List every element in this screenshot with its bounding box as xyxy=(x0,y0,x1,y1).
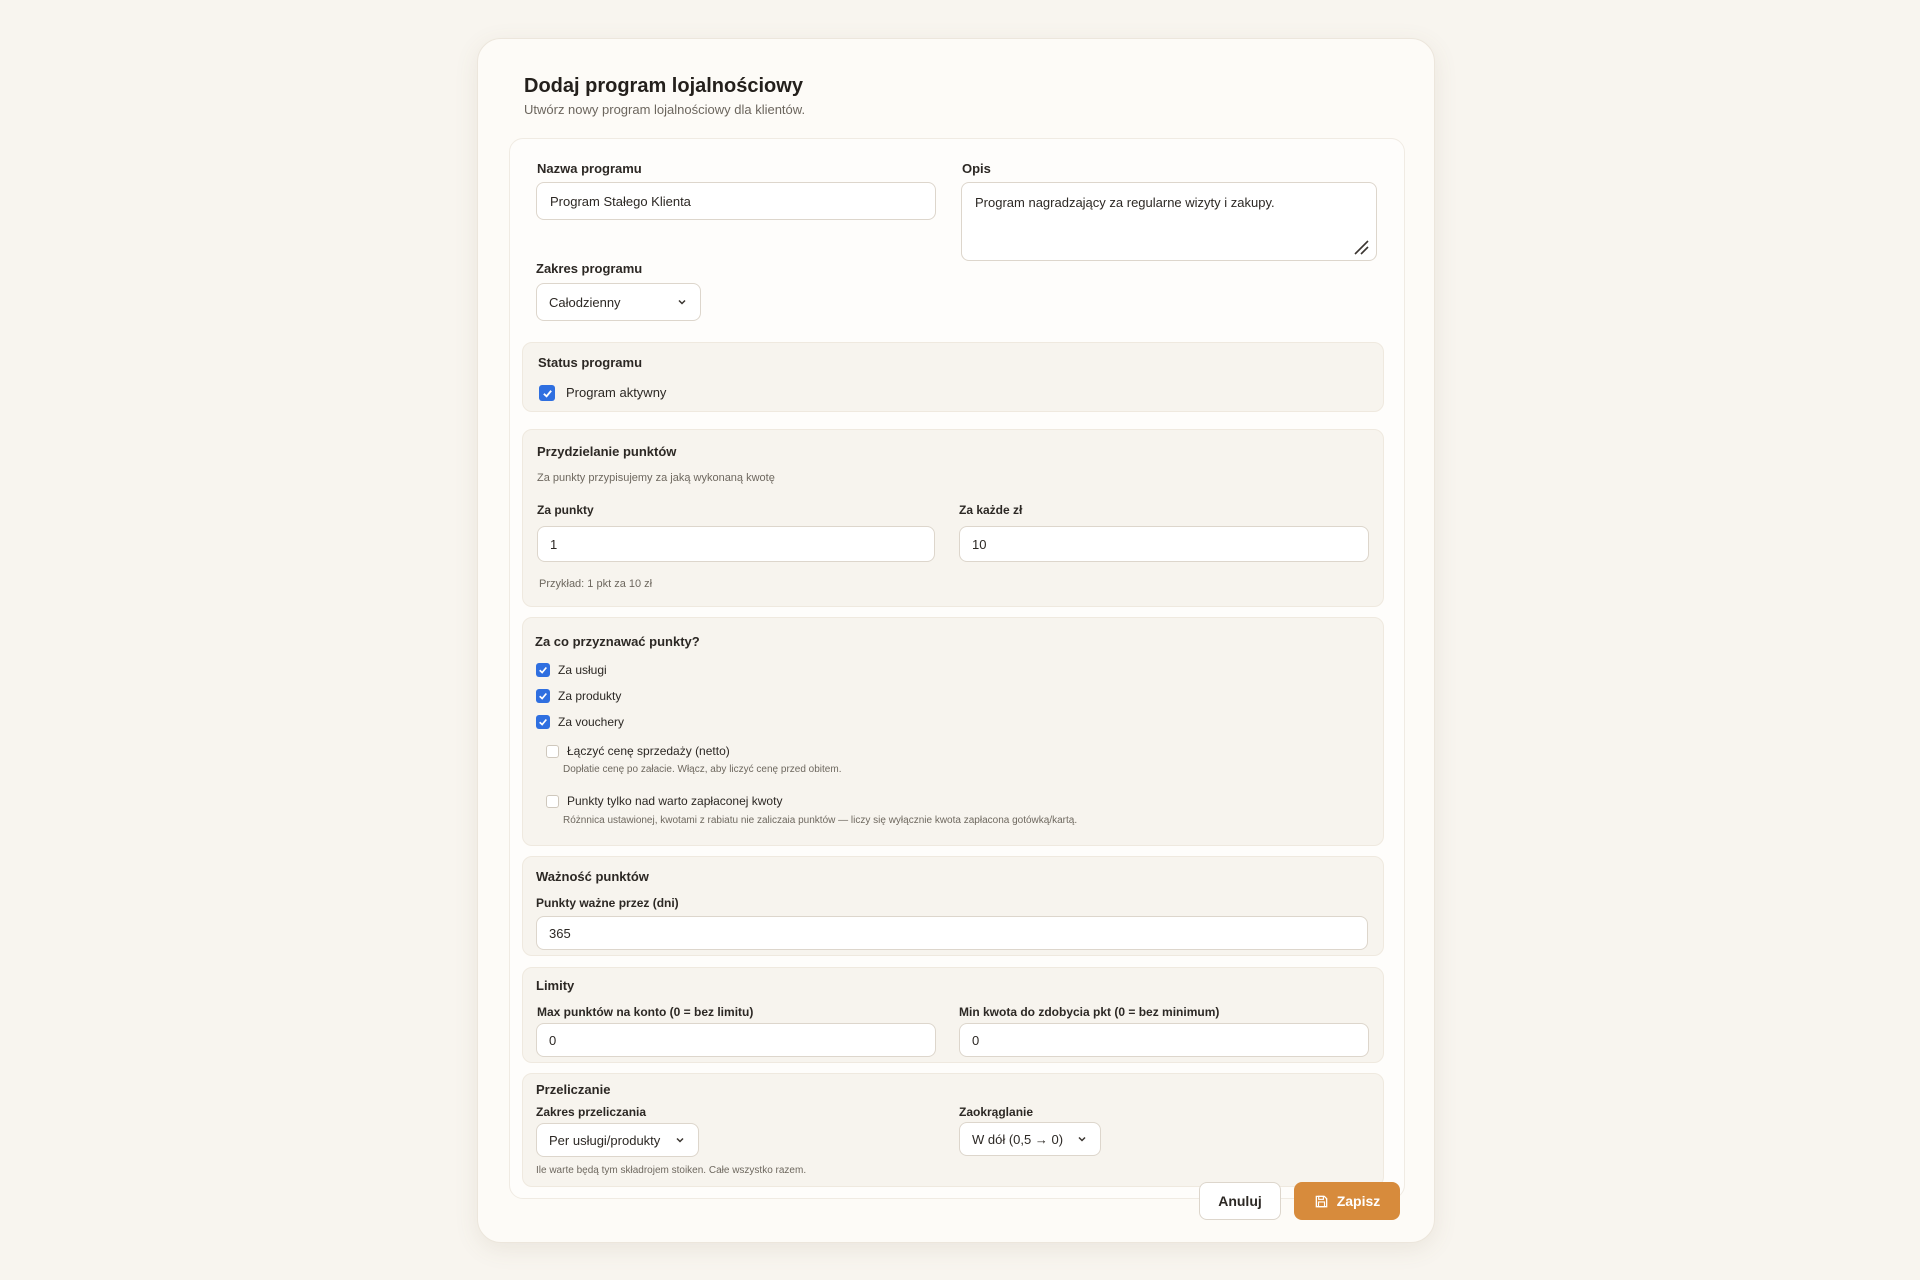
description-text: Program nagradzający za regularne wizyty… xyxy=(975,195,1275,210)
paid-only-checkbox[interactable] xyxy=(546,795,559,808)
dialog-title: Dodaj program lojalnościowy xyxy=(524,75,803,97)
save-icon xyxy=(1315,1195,1328,1207)
products-label[interactable]: Za produkty xyxy=(558,689,621,703)
vouchers-label[interactable]: Za vouchery xyxy=(558,715,624,729)
rounding-value: W dół (0,5 → 0) xyxy=(972,1131,1064,1147)
status-title: Status programu xyxy=(538,355,643,370)
check-icon xyxy=(542,389,552,398)
points-title: Przydzielanie punktów xyxy=(537,444,677,459)
program-name-input[interactable]: Program Stałego Klienta xyxy=(536,182,936,220)
points-label: Za punkty xyxy=(537,503,594,517)
min-amount-input[interactable]: 0 xyxy=(959,1023,1369,1057)
limits-section: Limity Max punktów na konto (0 = bez lim… xyxy=(522,967,1384,1063)
scope-select[interactable]: Całodzienny xyxy=(536,283,701,321)
validity-days-label: Punkty ważne przez (dni) xyxy=(536,896,679,910)
chevron-down-icon xyxy=(678,299,686,305)
points-input[interactable]: 1 xyxy=(537,526,935,562)
chevron-down-icon xyxy=(676,1137,684,1143)
recalc-section: Przeliczanie Zakres przeliczania Per usł… xyxy=(522,1073,1384,1187)
recalc-scope-select[interactable]: Per usługi/produkty xyxy=(536,1123,699,1157)
validity-days-input[interactable]: 365 xyxy=(536,916,1368,950)
validity-section: Ważność punktów Punkty ważne przez (dni)… xyxy=(522,856,1384,956)
services-label[interactable]: Za usługi xyxy=(558,663,607,677)
points-example: Przykład: 1 pkt za 10 zł xyxy=(539,578,653,590)
paid-only-hint: Różnnica ustawionej, kwotami z rabiatu n… xyxy=(563,815,1078,826)
check-icon xyxy=(539,666,547,674)
active-checkbox[interactable] xyxy=(539,385,555,401)
rounding-label: Zaokrąglanie xyxy=(959,1105,1034,1119)
points-hint: Za punkty przypisujemy za jaką wykonaną … xyxy=(537,472,775,484)
scope-select-value: Całodzienny xyxy=(549,294,621,310)
check-icon xyxy=(539,718,547,726)
limits-title: Limity xyxy=(536,978,575,993)
award-section: Za co przyznawać punkty? Za usługi Za pr… xyxy=(522,617,1384,846)
max-points-label: Max punktów na konto (0 = bez limitu) xyxy=(537,1005,754,1019)
active-checkbox-label[interactable]: Program aktywny xyxy=(566,385,666,400)
save-button-label: Zapisz xyxy=(1336,1193,1381,1209)
description-label: Opis xyxy=(962,161,991,176)
resize-handle-icon[interactable] xyxy=(1352,238,1370,256)
per-zloty-label: Za każde zł xyxy=(959,503,1023,517)
save-button[interactable]: Zapisz xyxy=(1294,1182,1400,1220)
products-checkbox[interactable] xyxy=(536,689,550,703)
recalc-title: Przeliczanie xyxy=(536,1082,611,1097)
recalc-scope-label: Zakres przeliczania xyxy=(536,1105,647,1119)
scope-label: Zakres programu xyxy=(536,261,643,276)
paid-only-label[interactable]: Punkty tylko nad warto zapłaconej kwoty xyxy=(567,794,782,808)
net-price-checkbox[interactable] xyxy=(546,745,559,758)
description-textarea[interactable]: Program nagradzający za regularne wizyty… xyxy=(961,182,1377,261)
loyalty-program-dialog: Dodaj program lojalnościowy Utwórz nowy … xyxy=(477,38,1435,1243)
services-checkbox[interactable] xyxy=(536,663,550,677)
points-section: Przydzielanie punktów Za punkty przypisu… xyxy=(522,429,1384,607)
cancel-button[interactable]: Anuluj xyxy=(1199,1182,1281,1220)
per-zloty-input[interactable]: 10 xyxy=(959,526,1369,562)
net-price-hint: Dopłatie cenę po załacie. Włącz, aby lic… xyxy=(563,764,842,775)
validity-title: Ważność punktów xyxy=(536,869,649,884)
recalc-hint: Ile warte będą tym składrojem stoiken. C… xyxy=(536,1165,807,1176)
max-points-input[interactable]: 0 xyxy=(536,1023,936,1057)
form-content[interactable]: Nazwa programu Program Stałego Klienta O… xyxy=(509,138,1405,1199)
program-name-label: Nazwa programu xyxy=(537,161,642,176)
dialog-subtitle: Utwórz nowy program lojalnościowy dla kl… xyxy=(524,102,806,117)
net-price-label[interactable]: Łączyć cenę sprzedaży (netto) xyxy=(567,744,730,758)
award-title: Za co przyznawać punkty? xyxy=(535,634,700,649)
check-icon xyxy=(539,692,547,700)
status-section: Status programu Program aktywny xyxy=(522,342,1384,412)
rounding-select[interactable]: W dół (0,5 → 0) xyxy=(959,1122,1101,1156)
vouchers-checkbox[interactable] xyxy=(536,715,550,729)
min-amount-label: Min kwota do zdobycia pkt (0 = bez minim… xyxy=(959,1005,1220,1019)
recalc-scope-value: Per usługi/produkty xyxy=(549,1132,661,1148)
chevron-down-icon xyxy=(1078,1136,1086,1142)
